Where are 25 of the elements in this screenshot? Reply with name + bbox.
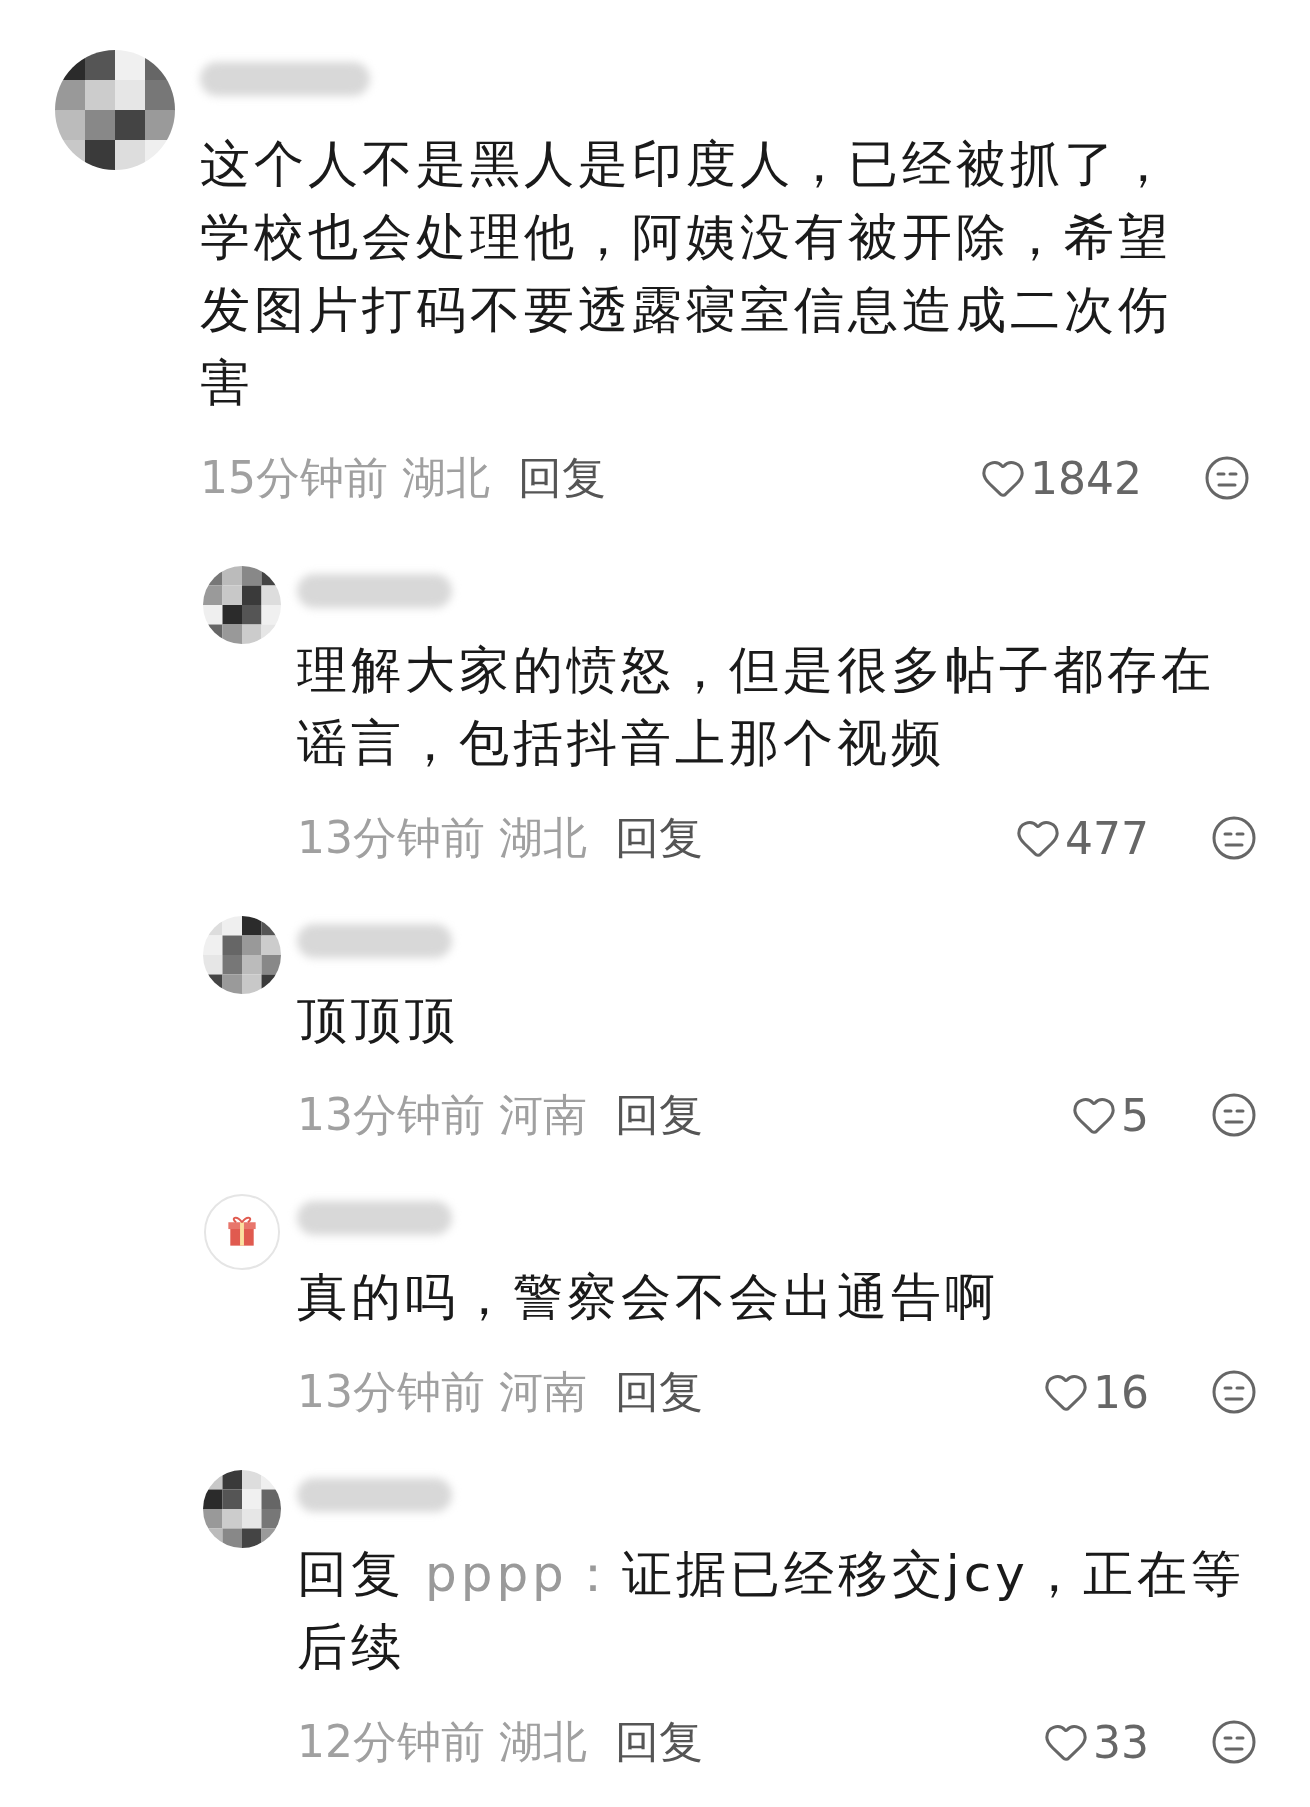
comment-text: 回复 pppp：证据已经移交jcy，正在等后续 [297,1544,1246,1678]
reply-link[interactable]: 回复 [615,808,703,868]
comment-time-location: 13分钟前 河南 [297,1364,587,1419]
like-button[interactable]: 16 [1043,1366,1149,1418]
face-icon[interactable] [1211,1719,1257,1765]
like-button[interactable]: 5 [1071,1089,1149,1141]
face-icon[interactable] [1211,1369,1257,1415]
comment-text: 理解大家的愤怒，但是很多帖子都存在谣言，包括抖音上那个视频 [297,640,1216,774]
like-button[interactable]: 1842 [980,452,1142,504]
reply-link[interactable]: 回复 [518,448,606,508]
comment-time-location: 13分钟前 河南 [297,1087,587,1142]
reply-link[interactable]: 回复 [615,1085,703,1145]
face-icon[interactable] [1211,815,1257,861]
comment-time-location: 13分钟前 湖北 [297,810,587,865]
comment-time-location: 15分钟前 湖北 [200,450,490,505]
comment-time-location: 12分钟前 湖北 [297,1714,587,1769]
comment-text: 这个人不是黑人是印度人，已经被抓了，学校也会处理他，阿姨没有被开除，希望发图片打码不要透露寝室信息造成二次伤害 [200,134,1173,414]
face-icon[interactable] [1204,455,1250,501]
like-button[interactable]: 33 [1043,1716,1149,1768]
reply-link[interactable]: 回复 [615,1712,703,1772]
like-button[interactable]: 477 [1015,812,1149,864]
comment-text: 顶顶顶 [297,990,460,1051]
reply-link[interactable]: 回复 [615,1362,703,1422]
comment-text: 真的吗，警察会不会出通告啊 [297,1267,1000,1328]
face-icon[interactable] [1211,1092,1257,1138]
